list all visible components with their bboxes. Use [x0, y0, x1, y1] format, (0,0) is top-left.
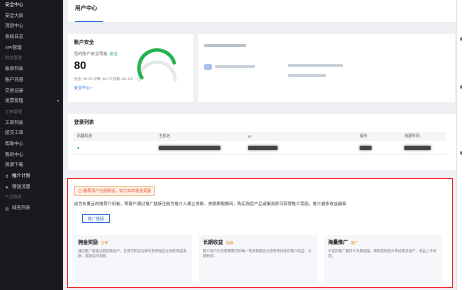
sidebar-item[interactable]: ◎ 域名列表 — [0, 203, 63, 214]
province-cell: ▇▇▇▇ — [356, 141, 402, 155]
feature-text: 丰富的推广素材与专属链接，帮助您轻松分享给更多用户，收益上不封顶。 — [328, 249, 437, 258]
sidebar-item-label: API管理 — [5, 44, 22, 50]
time-cell: ▇▇▇▇▇▇▇▇▇ — [401, 141, 446, 155]
right-side-panel: ▮ ▮ ▮ — [456, 0, 468, 290]
sidebar-group-label: 财务管理 — [0, 53, 63, 64]
sidebar-item-label: 安全大屏 — [5, 12, 24, 18]
login-list-title: 登录列表 — [74, 120, 95, 126]
security-gauge-fill — [137, 48, 176, 80]
col-time: 创建时间 — [401, 132, 446, 141]
sidebar-item[interactable]: 帮助中心 — [0, 139, 63, 150]
sidebar-item[interactable]: ⇪ 推介计划 — [0, 171, 63, 182]
share-icon: ⇪ — [5, 173, 9, 179]
sidebar-item-label: 系统日志 — [5, 34, 24, 40]
security-score: 80 — [74, 60, 87, 72]
sidebar-item-label: 财务管理 — [5, 55, 22, 61]
sidebar-item[interactable]: 资源下载 — [0, 160, 63, 171]
sidebar-item-label: 我的中心 — [5, 151, 24, 157]
referral-section: ⚠ 推荐用户注册即送，实打实的现金奖励 成为东夏云的推荐介绍者，将客户通过推广链… — [67, 178, 453, 288]
sidebar-item-label: 安全中心 — [5, 2, 24, 7]
account-badge-blurred — [204, 64, 212, 70]
feature-card-commission: 佣金奖励 分享 通过推广链接注册的新用户，在首次购买后即可获得相应比例的现金奖励，… — [74, 235, 192, 283]
sidebar-item-label: 账单列表 — [5, 66, 24, 72]
sidebar-item-label: 交易记录 — [5, 87, 24, 93]
side-panel-tab-icon[interactable]: ▮ — [460, 84, 462, 89]
security-label: 您的账户安全等级 安全 — [74, 51, 118, 56]
referral-description: 成为东夏云的推荐介绍者，将客户通过推广链接注册为推介人建立关联，关联期限期间，购… — [74, 201, 347, 206]
sidebar-item-label: 消息中心 — [5, 23, 24, 29]
sidebar-item-label: 推介计划 — [12, 173, 31, 178]
sidebar: 安全中心安全大屏消息中心系统日志 API管理财务管理账单列表账户充值交易记录发票管… — [0, 0, 63, 290]
page-title: 用户中心 — [75, 6, 98, 12]
sidebar-group-label: 产品服务 — [0, 192, 63, 203]
referral-warning: ⚠ 推荐用户注册即送，实打实的现金奖励 — [74, 186, 156, 196]
feature-title: 海量推广 — [328, 240, 349, 246]
security-level-tag: 安全 — [109, 51, 118, 56]
sidebar-group-label: 工单管理 — [0, 107, 63, 118]
security-gauge — [137, 48, 177, 82]
globe-icon: ◎ — [5, 205, 10, 211]
feature-title: 佣金奖励 — [78, 240, 99, 246]
sidebar-item-label: 赠送流量 — [12, 183, 31, 189]
gift-icon: ✦ — [5, 184, 9, 190]
feature-text: 通过推广链接注册的新用户，在首次购买后即可获得相应比例的现金奖励，奖励实时到账。 — [78, 249, 187, 258]
status-online-icon: ● — [77, 144, 80, 150]
feature-title: 长期收益 — [203, 240, 224, 246]
sidebar-item-label: 工单列表 — [5, 119, 24, 125]
col-host: 主机名 — [155, 132, 246, 141]
security-detail: 安全: 95-99 中等: 48-79 较弱: 80-100 — [74, 77, 134, 81]
sidebar-item-label: 提交工单 — [5, 130, 24, 136]
sidebar-item[interactable]: 发票管理 ▾ — [0, 96, 63, 107]
host-cell: ▇▇▇▇▇▇▇▇▇▇▇▇▇▇▇▇▇▇▇▇▇ — [155, 141, 246, 155]
sidebar-item[interactable]: 系统日志 — [0, 32, 63, 43]
sidebar-item-label: 工单管理 — [5, 108, 22, 114]
referral-link-button[interactable]: 推广链接 — [82, 214, 110, 223]
sidebar-item-label: 账户充值 — [5, 76, 24, 82]
sidebar-item[interactable]: 提交工单 — [0, 128, 63, 139]
sidebar-item[interactable]: ✦ 赠送流量 — [0, 182, 63, 193]
account-email-blurred — [288, 64, 343, 67]
sidebar-item[interactable]: 工单列表 — [0, 118, 63, 129]
col-status: 机器状态 — [74, 132, 156, 141]
sidebar-item[interactable]: 安全中心 — [0, 0, 63, 11]
feature-text: 推介用户在关联期限内的每一笔消费都会为您带来持续的推介收益，长期有效。 — [203, 249, 312, 258]
account-name-blurred — [204, 44, 246, 47]
sidebar-item-label: 发票管理 — [5, 98, 24, 104]
feature-badge: 持续 — [226, 241, 234, 245]
security-title: 账户安全 — [74, 40, 95, 46]
account-info-card — [198, 34, 455, 102]
sidebar-item[interactable]: 安全大屏 — [0, 11, 63, 22]
sidebar-item[interactable]: 我的中心 — [0, 150, 63, 161]
feature-badge: 推广 — [351, 241, 359, 245]
feature-badge: 分享 — [101, 241, 109, 245]
sidebar-item[interactable]: 账户充值 — [0, 75, 63, 86]
sidebar-item[interactable]: API管理 — [0, 43, 63, 54]
ip-cell: ▇▇▇▇▇▇▇▇▇▇ — [245, 141, 357, 155]
col-ip: IP — [245, 132, 357, 141]
sidebar-item-label: 帮助中心 — [5, 140, 24, 146]
sidebar-item[interactable]: 账单列表 — [0, 64, 63, 75]
side-panel-tab-icon[interactable]: ▮ — [460, 150, 462, 155]
feature-card-promotion: 海量推广 推广 丰富的推广素材与专属链接，帮助您轻松分享给更多用户，收益上不封顶。 — [324, 235, 442, 283]
active-tab-indicator — [75, 20, 103, 22]
sidebar-item[interactable]: 消息中心 — [0, 21, 63, 32]
sidebar-item-label: 产品服务 — [5, 194, 22, 200]
table-row[interactable]: ● ▇▇▇▇▇▇▇▇▇▇▇▇▇▇▇▇▇▇▇▇▇ ▇▇▇▇▇▇▇▇▇▇ ▇▇▇▇ … — [74, 141, 446, 155]
account-detail-blurred — [215, 65, 255, 68]
login-list-card: 登录列表 机器状态 主机名 IP 省份 创建时间 ● ▇▇▇▇▇▇▇▇▇▇▇▇▇… — [68, 114, 456, 170]
sidebar-item[interactable]: 交易记录 — [0, 86, 63, 97]
login-table: 机器状态 主机名 IP 省份 创建时间 ● ▇▇▇▇▇▇▇▇▇▇▇▇▇▇▇▇▇▇… — [74, 132, 446, 155]
feature-card-longterm: 长期收益 持续 推介用户在关联期限内的每一笔消费都会为您带来持续的推介收益，长期有… — [199, 235, 317, 283]
sidebar-item-label: 域名列表 — [12, 205, 31, 211]
security-center-link[interactable]: 安全中心 › — [74, 85, 92, 91]
side-panel-tab-icon[interactable]: ▮ — [460, 36, 462, 41]
page-header: 用户中心 — [68, 0, 456, 23]
security-card: 账户安全 您的账户安全等级 安全 80 安全: 95-99 中等: 48-79 较… — [68, 34, 193, 102]
account-phone-blurred — [288, 74, 326, 77]
sidebar-item-label: 资源下载 — [5, 162, 24, 168]
chevron-down-icon: ▾ — [56, 98, 59, 104]
col-province: 省份 — [356, 132, 402, 141]
